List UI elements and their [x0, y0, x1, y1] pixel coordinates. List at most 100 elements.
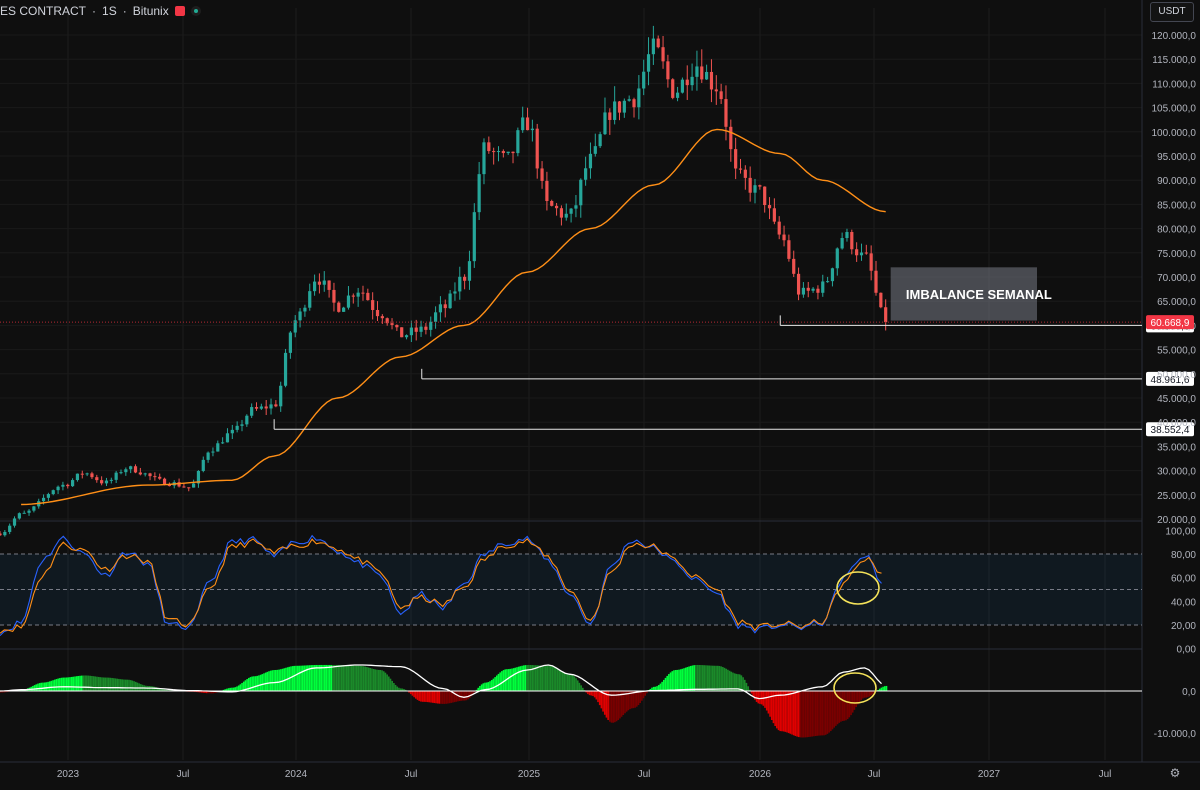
oscillator-bar	[390, 679, 392, 692]
oscillator-bar	[444, 691, 446, 704]
chart-canvas[interactable]: 60.000,648.961,638.552,4IMBALANCE SEMANA…	[0, 0, 1200, 785]
oscillator-bar	[712, 666, 714, 692]
oscillator-bar	[697, 665, 699, 691]
oscillator-bar	[111, 678, 113, 691]
oscillator-bar	[515, 668, 517, 692]
candle-body	[816, 289, 819, 293]
oscillator-bar	[59, 678, 61, 691]
oscillator-bar	[348, 665, 350, 691]
candle-body	[797, 274, 800, 295]
price-axis-tick: 25.000,0	[1157, 491, 1196, 502]
candle-body	[27, 511, 30, 513]
candle-body	[361, 293, 364, 294]
oscillator-bar	[115, 678, 117, 691]
oscillator-bar	[719, 666, 721, 691]
oscillator-bar	[746, 683, 748, 691]
oscillator-bar	[442, 691, 444, 704]
oscillator-bar	[315, 665, 317, 691]
oscillator-bar	[599, 691, 601, 705]
candle-body	[42, 498, 45, 501]
oscillator-bar	[314, 665, 316, 691]
candle-body	[226, 433, 229, 442]
oscillator-bar	[742, 677, 744, 691]
oscillator-bar	[261, 674, 263, 691]
oscillator-bar	[304, 666, 306, 692]
candle-body	[269, 404, 272, 408]
candle-body	[458, 277, 461, 292]
oscillator-bar	[66, 677, 68, 691]
candle-body	[482, 142, 485, 174]
candle-body	[52, 490, 55, 494]
oscillator-bar	[558, 670, 560, 692]
candle-body	[594, 146, 597, 154]
oscillator-bar	[118, 679, 120, 691]
oscillator-bar	[429, 691, 431, 702]
oscillator-bar	[811, 691, 813, 737]
price-axis-tick: 80.000,0	[1157, 225, 1196, 236]
oscillator-bar	[369, 668, 371, 691]
oscillator-bar	[366, 667, 368, 691]
oscillator-bar	[383, 671, 385, 691]
candle-body	[676, 93, 679, 98]
candle-body	[821, 281, 824, 292]
oscillator-bar	[329, 665, 331, 691]
candle-body	[865, 253, 868, 254]
oscillator-bar	[693, 665, 695, 691]
candle-body	[511, 152, 514, 153]
current-price-label: 60.668,9	[1151, 318, 1190, 329]
oscillator-bar	[466, 691, 468, 700]
stochastic-axis-tick: 100,00	[1165, 526, 1196, 537]
oscillator-bar	[116, 679, 118, 692]
candle-body	[168, 485, 171, 486]
interval-label[interactable]: 1S	[102, 4, 117, 18]
oscillator-bar	[569, 674, 571, 691]
oscillator-bar	[682, 669, 684, 692]
candle-body	[715, 89, 718, 91]
oscillator-bar	[817, 691, 819, 736]
candle-body	[473, 212, 476, 261]
candle-body	[81, 474, 84, 475]
candle-body	[424, 327, 427, 330]
candle-body	[589, 154, 592, 168]
oscillator-bar	[781, 691, 783, 731]
oscillator-bar	[589, 691, 591, 695]
oscillator-bar	[580, 685, 582, 691]
oscillator-bar	[351, 666, 353, 692]
oscillator-bar	[326, 665, 328, 691]
oscillator-bar	[364, 667, 366, 692]
candle-body	[787, 240, 790, 259]
oscillator-bar	[528, 665, 530, 691]
candle-body	[8, 526, 11, 532]
oscillator-bar	[79, 676, 81, 692]
oscillator-bar	[386, 674, 388, 691]
currency-selector[interactable]: USDT	[1150, 2, 1194, 22]
candle-body	[531, 129, 534, 130]
candle-body	[661, 47, 664, 61]
candle-body	[744, 170, 747, 178]
candle-body	[318, 282, 321, 285]
oscillator-bar	[125, 680, 127, 692]
chart-root[interactable]: 60.000,648.961,638.552,4IMBALANCE SEMANA…	[0, 0, 1200, 785]
candle-body	[681, 80, 684, 93]
oscillator-bar	[450, 691, 452, 703]
candle-body	[652, 39, 655, 55]
oscillator-bar	[788, 691, 790, 733]
candle-body	[720, 91, 723, 99]
flag-icon[interactable]	[175, 6, 185, 16]
oscillator-bar	[815, 691, 817, 736]
oscillator-bar	[678, 670, 680, 692]
candle-body	[560, 208, 563, 217]
oscillator-bar	[729, 671, 731, 692]
symbol-name[interactable]: ES CONTRACT	[0, 4, 86, 18]
oscillator-bar	[89, 676, 91, 692]
oscillator-bar	[380, 670, 382, 691]
oscillator-bar	[76, 676, 78, 691]
stochastic-axis-tick: 20,00	[1171, 621, 1196, 632]
candle-body	[429, 322, 432, 330]
oscillator-bar	[39, 683, 41, 691]
oscillator-bar	[700, 665, 702, 691]
candle-body	[492, 151, 495, 152]
oscillator-bar	[74, 676, 76, 691]
symbol-header[interactable]: ES CONTRACT · 1S · Bitunix	[0, 3, 201, 19]
gear-icon[interactable]: ⚙	[1168, 766, 1182, 780]
